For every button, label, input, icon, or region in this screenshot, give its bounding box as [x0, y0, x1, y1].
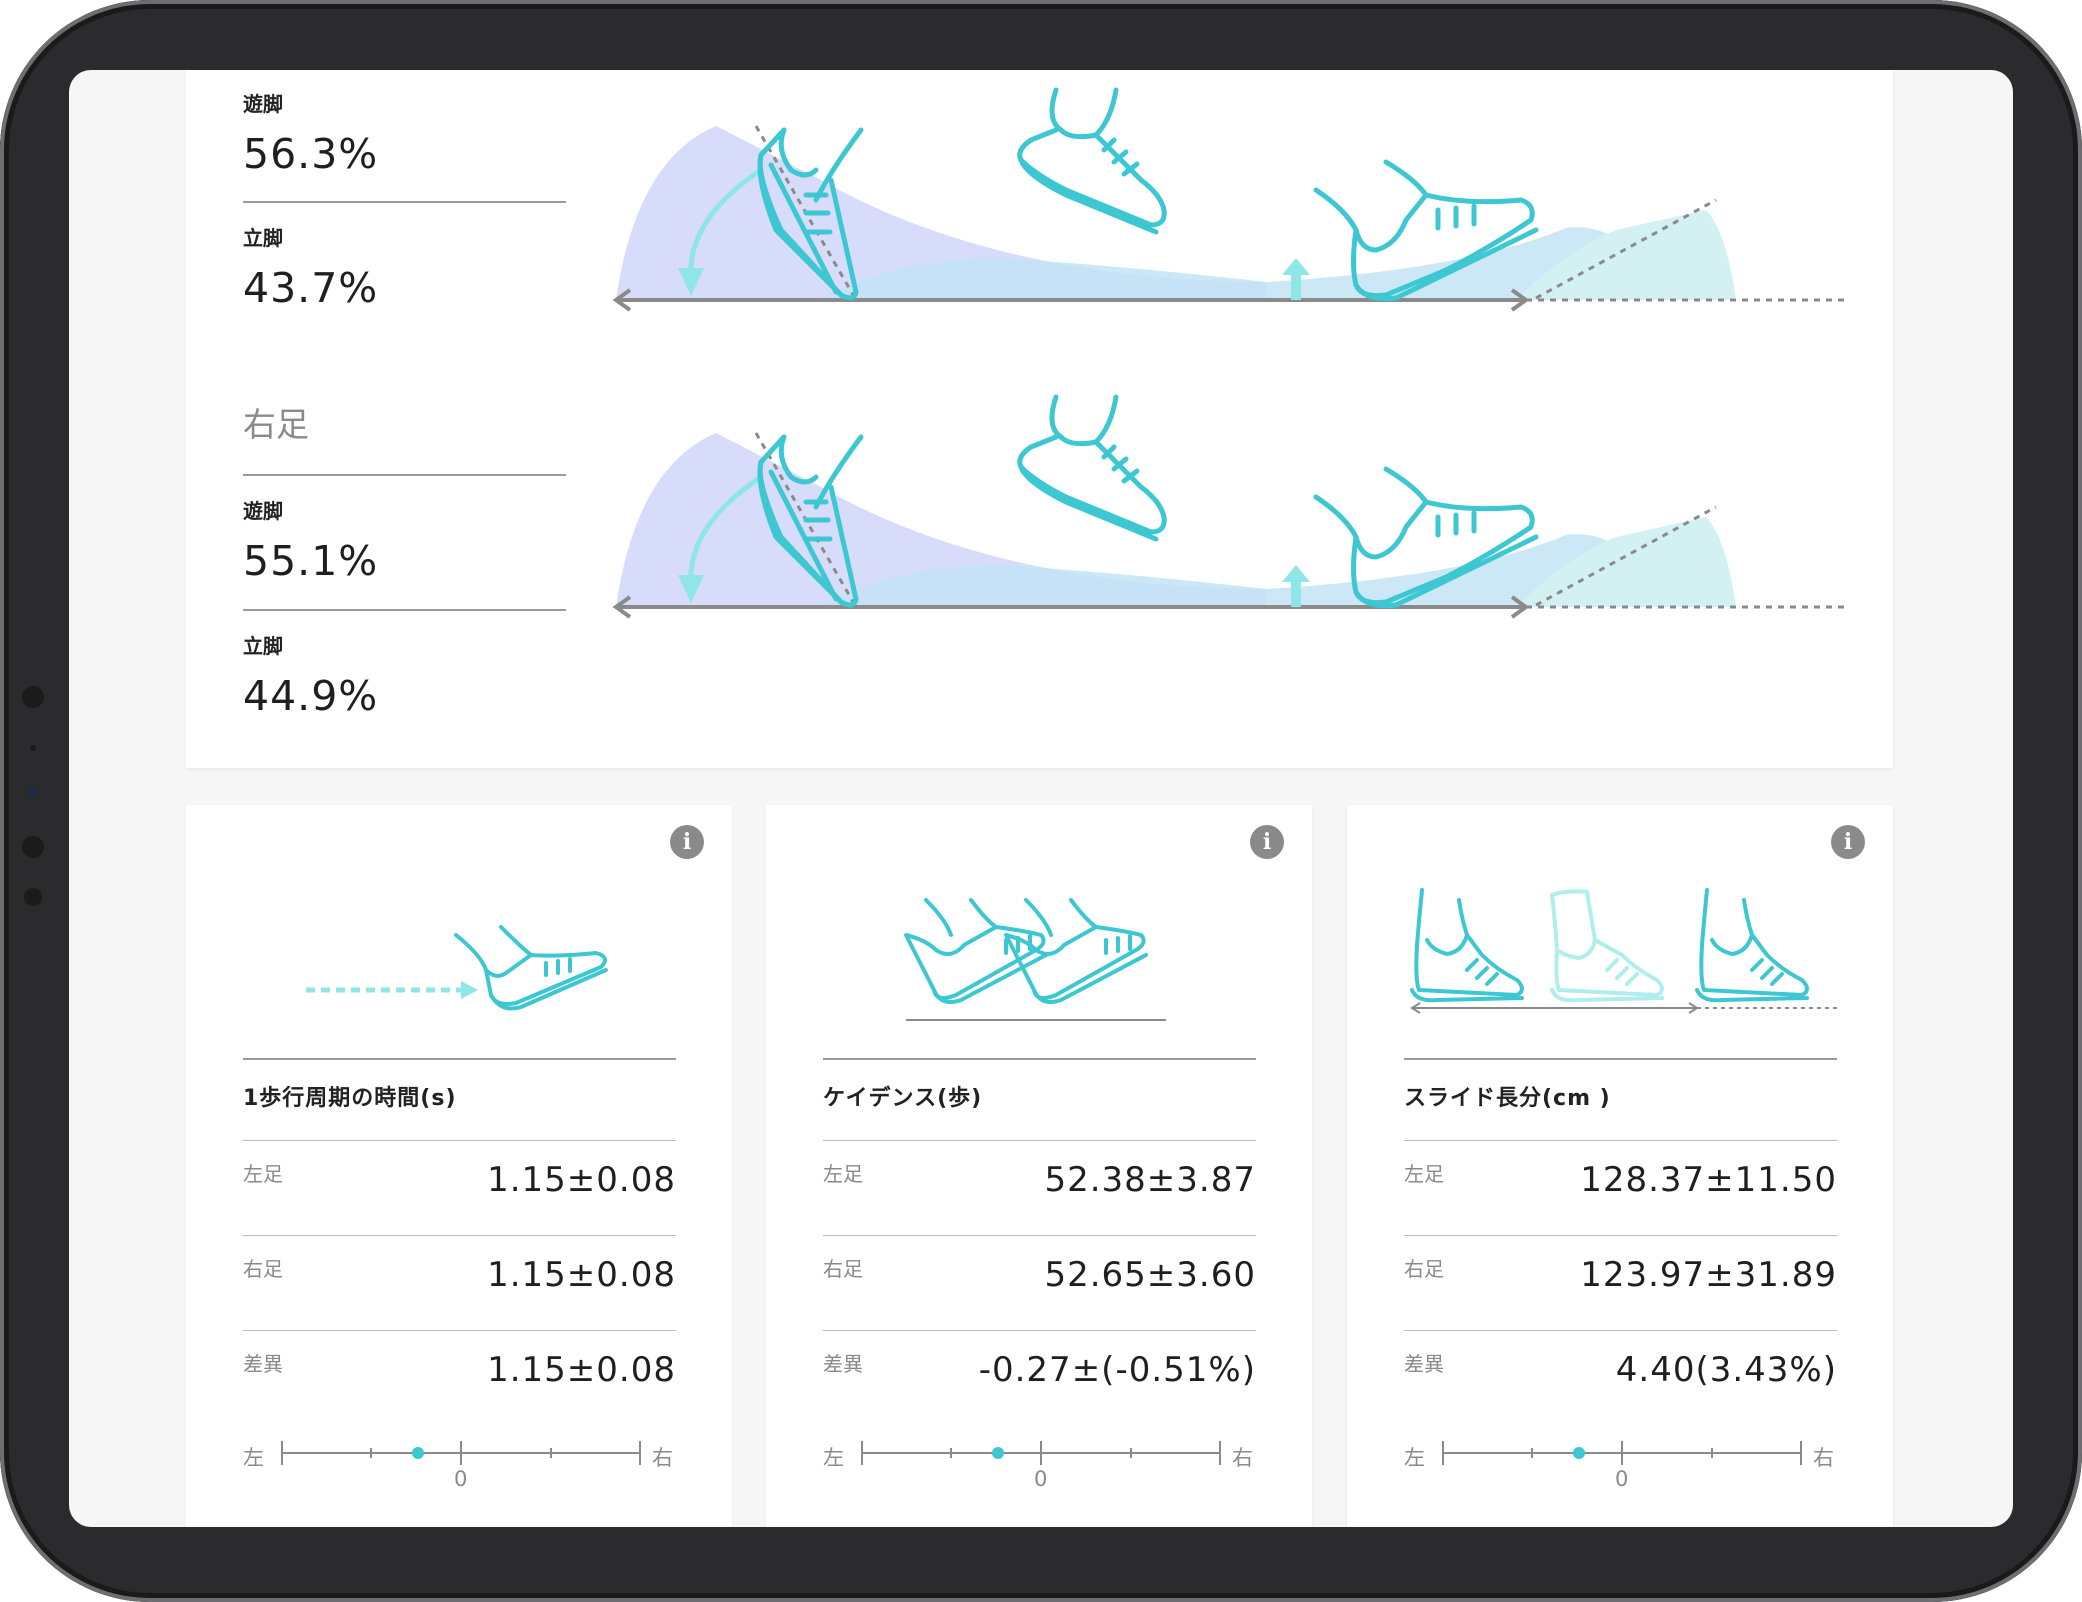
- right-foot-title: 右足: [243, 405, 309, 444]
- gait-phase-panel: 遊脚 56.3% 立脚 43.7% 右足 遊脚 55.1% 立脚 44.9%: [186, 70, 1893, 768]
- row-label: 左足: [823, 1162, 863, 1186]
- shoe-icon: [904, 898, 1048, 1004]
- row-label: 差異: [823, 1352, 863, 1376]
- metric-card-cadence: i ケイデンス(歩) 左足 52.38±3.87 右足 52.65±3.60 差…: [766, 805, 1312, 1527]
- scale-left-label: 左: [823, 1446, 844, 1470]
- stance-value: 44.9%: [243, 672, 379, 720]
- divider: [243, 1140, 676, 1141]
- scale-left-label: 左: [243, 1446, 264, 1470]
- camera-dot: [24, 888, 42, 906]
- row-label: 左足: [1404, 1162, 1444, 1186]
- camera-lens: [28, 787, 38, 797]
- metric-card-cycle-time: i 1歩行周期の時間(s) 左足 1.15±0.08 右足 1.15±0.08 …: [186, 805, 732, 1527]
- cadence-shoes-illustration: [904, 898, 1166, 1021]
- divider: [823, 1235, 1256, 1236]
- info-icon[interactable]: i: [670, 825, 704, 859]
- row-value: 1.15±0.08: [487, 1160, 676, 1200]
- row-label: 差異: [1404, 1352, 1444, 1376]
- row-value: -0.27±(-0.51%): [978, 1350, 1256, 1390]
- shoe-icon: [1550, 889, 1664, 1003]
- row-label: 左足: [243, 1162, 283, 1186]
- row-label: 右足: [823, 1257, 863, 1281]
- stride-shoes-illustration: [1410, 888, 1837, 1014]
- info-icon[interactable]: i: [1831, 825, 1865, 859]
- stance-value: 43.7%: [243, 264, 379, 312]
- divider: [243, 1235, 676, 1236]
- card-title: ケイデンス(歩): [823, 1086, 983, 1111]
- stance-label: 立脚: [243, 634, 283, 658]
- gait-diagram: [612, 87, 1846, 312]
- shoe-icon: [454, 925, 608, 1011]
- scale-zero-label: 0: [454, 1467, 468, 1491]
- divider: [1404, 1058, 1837, 1060]
- divider: [823, 1058, 1256, 1060]
- scale-zero-label: 0: [1615, 1467, 1629, 1491]
- divider: [243, 1330, 676, 1331]
- divider: [243, 1058, 676, 1060]
- card-title: スライド長分(cm ): [1404, 1086, 1611, 1111]
- scale-right-label: 右: [1232, 1446, 1253, 1470]
- balance-scale: [1442, 1441, 1802, 1465]
- row-value: 123.97±31.89: [1580, 1255, 1837, 1295]
- divider: [243, 474, 566, 476]
- row-value: 128.37±11.50: [1580, 1160, 1837, 1200]
- walking-shoe-illustration: [306, 925, 608, 1011]
- scale-marker: [992, 1447, 1004, 1459]
- scale-right-label: 右: [1813, 1446, 1834, 1470]
- arrow-up-icon: [1282, 565, 1310, 582]
- divider: [1404, 1140, 1837, 1141]
- row-value: 1.15±0.08: [487, 1350, 676, 1390]
- camera-dot: [22, 686, 44, 708]
- shoe-icon: [1004, 898, 1148, 1004]
- row-value: 4.40(3.43%): [1615, 1350, 1837, 1390]
- scale-right-label: 右: [652, 1446, 673, 1470]
- divider: [243, 609, 566, 611]
- divider: [823, 1140, 1256, 1141]
- row-value: 52.65±3.60: [1044, 1255, 1256, 1295]
- scale-zero-label: 0: [1034, 1467, 1048, 1491]
- row-label: 差異: [243, 1352, 283, 1376]
- shoe-icon: [1017, 87, 1167, 235]
- camera-dot: [22, 836, 44, 858]
- stance-label: 立脚: [243, 226, 283, 250]
- info-icon[interactable]: i: [1250, 825, 1284, 859]
- divider: [1404, 1235, 1837, 1236]
- shoe-icon: [1695, 888, 1809, 1003]
- scale-marker: [412, 1447, 424, 1459]
- divider: [823, 1330, 1256, 1331]
- arrow-up-icon: [1282, 258, 1310, 275]
- card-title: 1歩行周期の時間(s): [243, 1086, 457, 1111]
- gait-diagram: [612, 394, 1846, 619]
- arrow-right-icon: [461, 981, 478, 999]
- metric-card-stride-length: i スライド長分(cm) 左足 128.37±11.50 右足 123.97±…: [1347, 805, 1893, 1527]
- divider: [1404, 1330, 1837, 1331]
- divider: [243, 201, 566, 203]
- swing-label: 遊脚: [243, 499, 283, 523]
- shoe-icon: [1410, 888, 1524, 1003]
- swing-label: 遊脚: [243, 92, 283, 116]
- gait-cycle-illustration: [612, 394, 1846, 619]
- row-label: 右足: [243, 1257, 283, 1281]
- gait-cycle-illustration: [612, 87, 1846, 312]
- balance-scale: [861, 1441, 1221, 1465]
- sensor-dot: [30, 745, 36, 751]
- swing-value: 56.3%: [243, 130, 379, 178]
- screen: 遊脚 56.3% 立脚 43.7% 右足 遊脚 55.1% 立脚 44.9% i…: [69, 70, 2013, 1527]
- balance-scale: [281, 1441, 641, 1465]
- swing-value: 55.1%: [243, 537, 379, 585]
- row-label: 右足: [1404, 1257, 1444, 1281]
- shoe-icon: [1017, 394, 1167, 542]
- row-value: 52.38±3.87: [1044, 1160, 1256, 1200]
- scale-left-label: 左: [1404, 1446, 1425, 1470]
- row-value: 1.15±0.08: [487, 1255, 676, 1295]
- scale-marker: [1573, 1447, 1585, 1459]
